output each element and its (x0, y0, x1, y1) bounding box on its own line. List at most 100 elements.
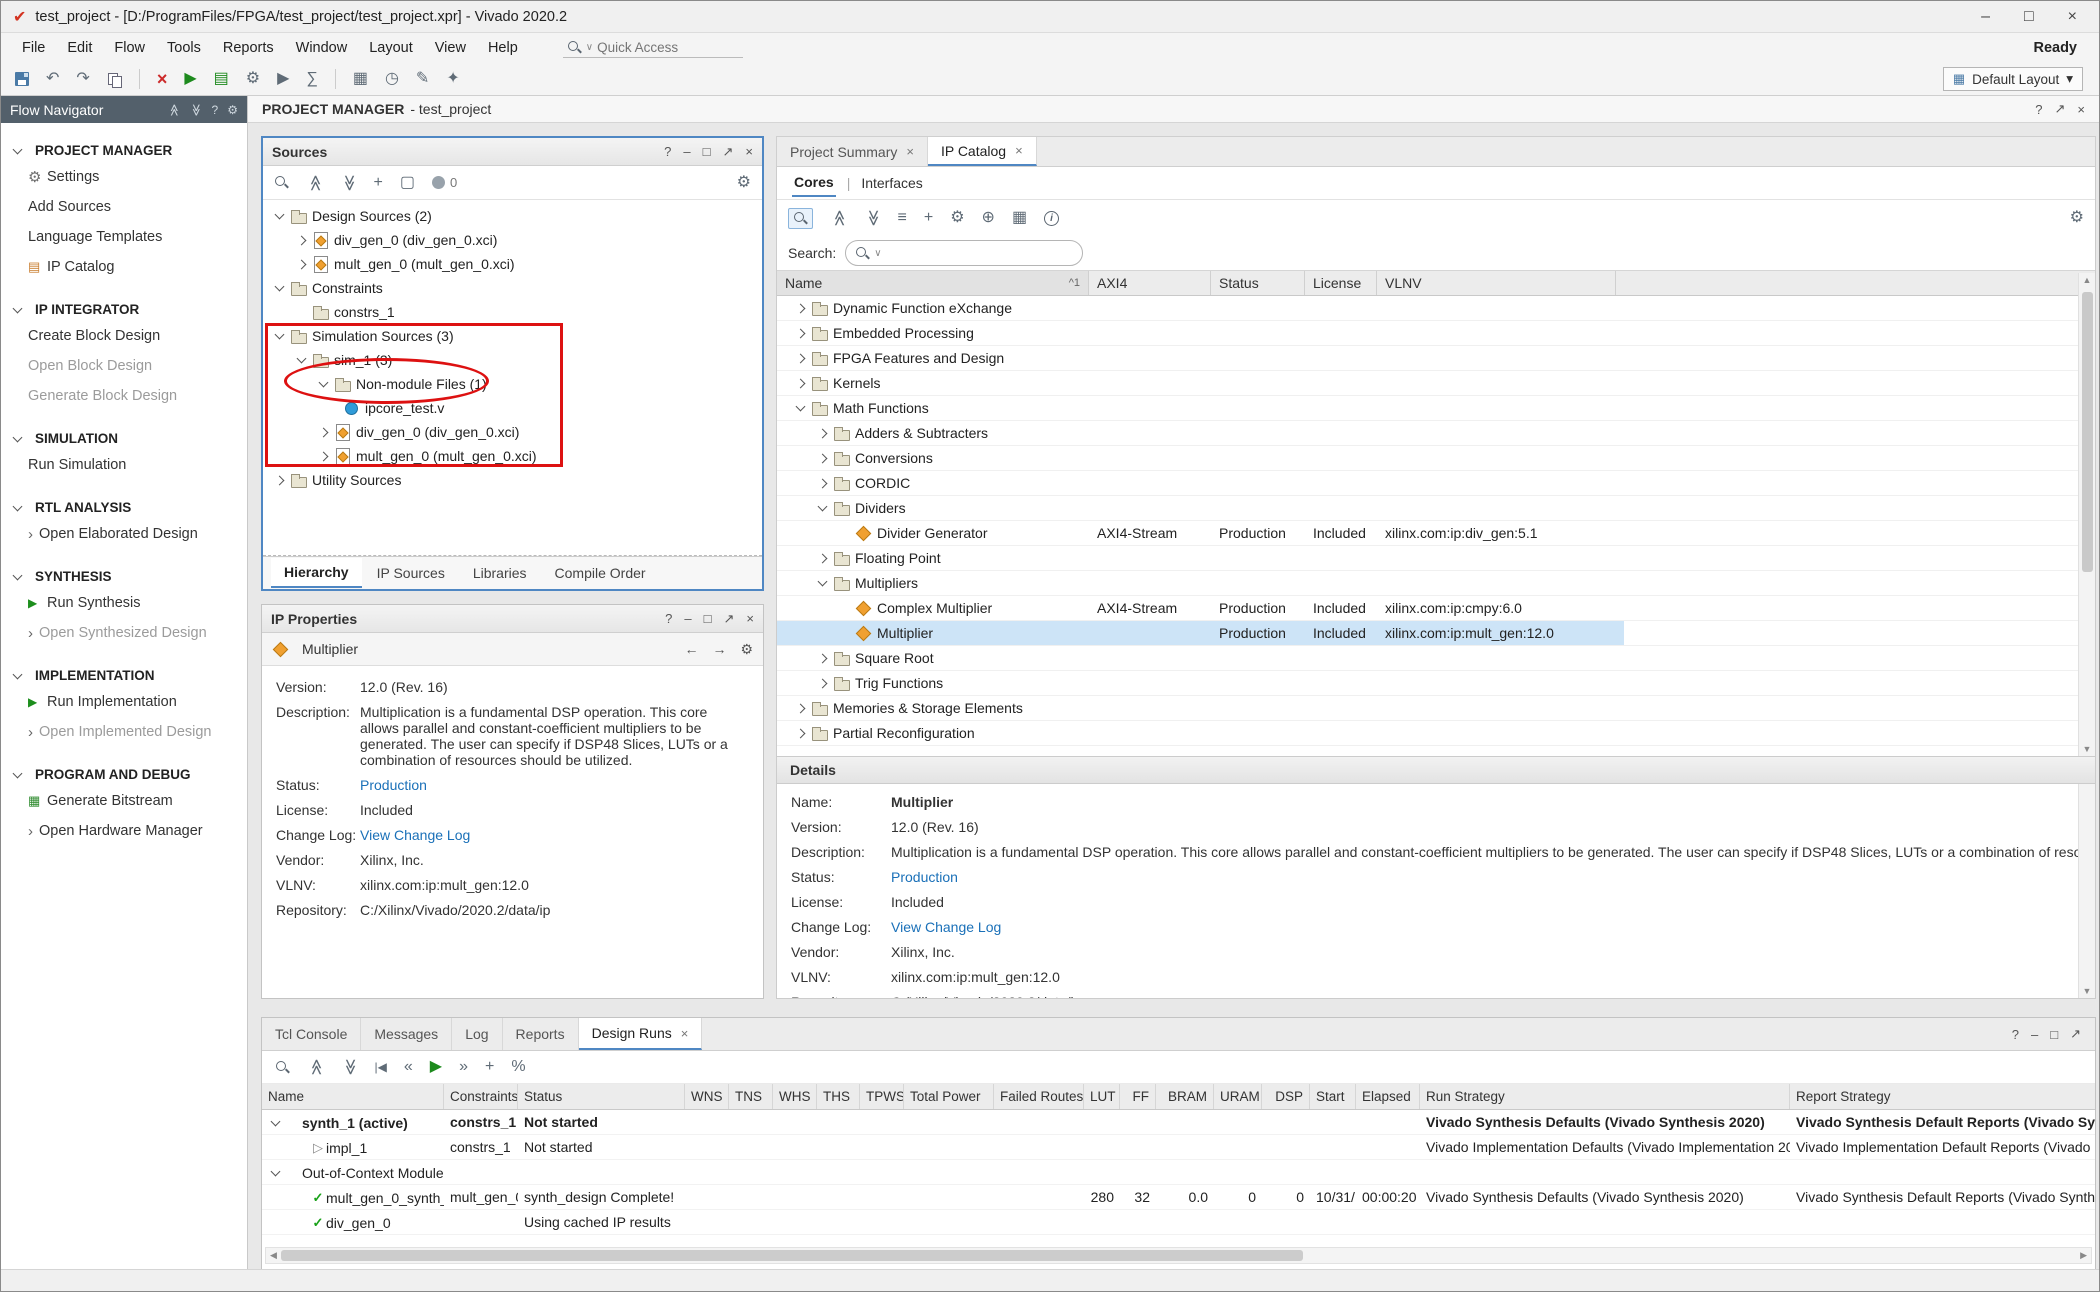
forward-icon[interactable]: → (712, 641, 726, 657)
design-run-row[interactable]: impl_1 constrs_1 Not started Vivado Impl… (262, 1135, 2095, 1160)
flow-nav-item[interactable]: › Run Simulation (1, 450, 247, 480)
gear-icon[interactable]: ⚙ (737, 175, 751, 191)
catalog-row[interactable]: Trig Functions (777, 671, 2095, 696)
expand-icon[interactable] (815, 651, 829, 665)
column-header-failed-routes[interactable]: Failed Routes (994, 1084, 1084, 1109)
tree-row[interactable]: Constraints (263, 276, 762, 300)
menu-item[interactable]: View (424, 35, 477, 61)
minimize-icon[interactable]: – (684, 611, 691, 626)
percent-icon[interactable]: % (511, 1059, 525, 1075)
info-icon[interactable]: i (1044, 211, 1059, 226)
design-run-row[interactable]: div_gen_0 Using cached IP results (262, 1210, 2095, 1235)
expand-icon[interactable] (294, 233, 308, 247)
tab-cores[interactable]: Cores (792, 169, 836, 197)
collapse-all-icon[interactable]: ≪ (307, 1059, 323, 1076)
horizontal-scrollbar[interactable]: ◀ ▶ (265, 1247, 2092, 1264)
properties-doc-icon[interactable]: ▢ (400, 175, 415, 191)
flow-nav-item[interactable]: › Open Implemented Design (1, 717, 247, 747)
expand-icon[interactable] (294, 353, 308, 367)
maximize-icon[interactable]: □ (2050, 1027, 2058, 1042)
catalog-row[interactable]: FPGA Features and Design (777, 346, 2095, 371)
column-header-bram[interactable]: BRAM (1156, 1084, 1214, 1109)
catalog-row[interactable]: Multipliers (777, 571, 2095, 596)
flow-nav-item[interactable]: › ⚙ Settings (1, 162, 247, 192)
expand-icon[interactable] (793, 326, 807, 340)
flow-section-header[interactable]: PROGRAM AND DEBUG (1, 763, 247, 786)
flow-section-header[interactable]: IP INTEGRATOR (1, 298, 247, 321)
column-header-elapsed[interactable]: Elapsed (1356, 1084, 1420, 1109)
catalog-row[interactable]: Divider Generator AXI4-Stream Production… (777, 521, 2095, 546)
flow-section-header[interactable]: SIMULATION (1, 427, 247, 450)
menu-item[interactable]: Edit (56, 35, 103, 61)
catalog-row[interactable]: Adders & Subtracters (777, 421, 2095, 446)
expand-icon[interactable] (316, 377, 330, 391)
grid-icon[interactable]: ▦ (1012, 210, 1027, 226)
quick-access-input[interactable] (597, 40, 717, 55)
column-header-start[interactable]: Start (1310, 1084, 1356, 1109)
column-header-ff[interactable]: FF (1120, 1084, 1156, 1109)
expand-all-icon[interactable]: ≫ (864, 210, 880, 227)
catalog-row[interactable]: Multiplier Production Included xilinx.co… (777, 621, 2095, 646)
help-icon[interactable]: ? (2035, 102, 2042, 117)
catalog-row[interactable]: Kernels (777, 371, 2095, 396)
redo-icon[interactable]: ↷ (76, 71, 89, 87)
maximize-button[interactable]: □ (2024, 8, 2034, 26)
column-header-total-power[interactable]: Total Power (904, 1084, 994, 1109)
expand-icon[interactable] (316, 425, 330, 439)
float-icon[interactable]: ↗ (724, 611, 735, 627)
expand-icon[interactable] (793, 376, 807, 390)
column-header-vlnv[interactable]: VLNV (1377, 271, 1616, 295)
wand-icon[interactable]: ✦ (446, 71, 459, 87)
expand-icon[interactable] (815, 476, 829, 490)
tree-row[interactable]: div_gen_0 (div_gen_0.xci) (263, 420, 762, 444)
tree-row[interactable]: constrs_1 (263, 300, 762, 324)
minimize-icon[interactable]: – (683, 144, 690, 159)
float-icon[interactable]: ↗ (2070, 1026, 2081, 1042)
flow-nav-item[interactable]: › Open Hardware Manager (1, 816, 247, 846)
tree-row[interactable]: Non-module Files (1) (263, 372, 762, 396)
flow-section-header[interactable]: PROJECT MANAGER (1, 139, 247, 162)
menu-item[interactable]: File (11, 35, 56, 61)
tree-row[interactable]: mult_gen_0 (mult_gen_0.xci) (263, 444, 762, 468)
bottom-tab[interactable]: Messages × (361, 1018, 452, 1050)
column-header-uram[interactable]: URAM (1214, 1084, 1262, 1109)
catalog-row[interactable]: Embedded Processing (777, 321, 2095, 346)
float-icon[interactable]: ↗ (723, 144, 734, 160)
menu-item[interactable]: Reports (212, 35, 285, 61)
tree-row[interactable]: mult_gen_0 (mult_gen_0.xci) (263, 252, 762, 276)
menu-item[interactable]: Window (285, 35, 359, 61)
undo-icon[interactable]: ↶ (46, 71, 59, 87)
run-icon[interactable]: ▶ (184, 71, 196, 87)
expand-icon[interactable] (316, 449, 330, 463)
restart-run-icon[interactable]: |◀ (375, 1061, 387, 1073)
column-header-tpws[interactable]: TPWS (860, 1084, 904, 1109)
workspace-tab[interactable]: Project Summary × (777, 137, 928, 166)
sigma-icon[interactable]: ∑ (306, 71, 317, 87)
expand-icon[interactable] (815, 426, 829, 440)
tree-row[interactable]: ipcore_test.v (263, 396, 762, 420)
catalog-row[interactable]: Math Functions (777, 396, 2095, 421)
expand-icon[interactable] (272, 209, 286, 223)
sources-tab[interactable]: Compile Order (542, 559, 659, 587)
elaborate-icon[interactable]: ▤ (214, 71, 229, 87)
step-forward-icon[interactable]: » (459, 1059, 468, 1075)
menu-item[interactable]: Help (477, 35, 529, 61)
workspace-tab[interactable]: IP Catalog × (928, 137, 1037, 166)
catalog-search-input[interactable] (886, 246, 1074, 261)
flow-nav-item[interactable]: › Language Templates (1, 222, 247, 252)
step-back-icon[interactable]: « (404, 1059, 413, 1075)
vertical-scrollbar[interactable]: ▲ ▼ (2078, 273, 2095, 756)
sources-tab[interactable]: IP Sources (364, 559, 458, 587)
flow-nav-item[interactable]: › ▤ IP Catalog (1, 252, 247, 282)
flow-nav-item[interactable]: › Create Block Design (1, 321, 247, 351)
maximize-icon[interactable]: □ (703, 144, 711, 159)
tree-row[interactable]: div_gen_0 (div_gen_0.xci) (263, 228, 762, 252)
scroll-down-icon[interactable]: ▼ (2083, 742, 2092, 756)
column-header-wns[interactable]: WNS (685, 1084, 729, 1109)
bottom-tab[interactable]: Log × (452, 1018, 502, 1050)
expand-icon[interactable] (272, 329, 286, 343)
tab-interfaces[interactable]: Interfaces (861, 175, 922, 191)
collapse-all-icon[interactable]: ≪ (830, 210, 846, 227)
flow-section-header[interactable]: RTL ANALYSIS (1, 496, 247, 519)
save-icon[interactable] (15, 72, 29, 86)
